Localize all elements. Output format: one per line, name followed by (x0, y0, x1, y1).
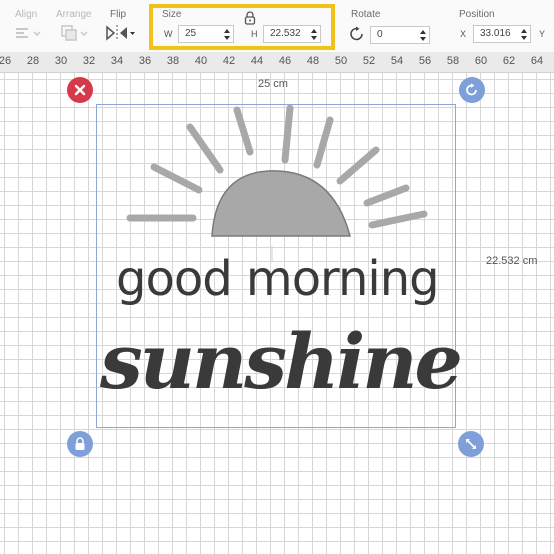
ruler-tick: 60 (474, 55, 488, 67)
ruler-tick: 46 (278, 55, 292, 67)
design-text-line1: good morning (116, 251, 440, 307)
design-text-line2: sunshine (100, 317, 463, 406)
x-stepper-icon[interactable] (521, 27, 527, 41)
edit-toolbar: Align Arrange Flip Size W 25 H 22.532 Ro… (0, 0, 554, 52)
ruler-tick: 26 (0, 55, 12, 67)
arrange-label: Arrange (56, 9, 92, 20)
resize-icon (466, 439, 476, 449)
rotate-field[interactable]: 0 (370, 26, 430, 44)
ruler-tick: 62 (502, 55, 516, 67)
ruler-tick: 44 (250, 55, 264, 67)
rotate-stepper-icon[interactable] (420, 28, 426, 42)
ruler-tick: 48 (306, 55, 320, 67)
delete-handle[interactable] (67, 77, 93, 103)
width-dimension-label: 25 cm (258, 78, 288, 90)
ruler-tick: 58 (446, 55, 460, 67)
y-field-label: Y (539, 29, 546, 39)
rotate-label: Rotate (351, 9, 381, 20)
rotate-icon (466, 83, 477, 96)
lock-handle[interactable] (67, 431, 93, 457)
ruler-tick: 36 (138, 55, 152, 67)
resize-handle[interactable] (458, 431, 484, 457)
horizontal-ruler: 26 28 30 32 34 36 38 40 42 44 46 48 50 52 54 56 58 60 62 64 (0, 52, 554, 73)
align-label: Align (15, 9, 38, 20)
ruler-tick: 50 (334, 55, 348, 67)
height-dimension-label: 22.532 cm (486, 255, 538, 267)
ruler-tick: 30 (54, 55, 68, 67)
size-highlight-box (149, 4, 335, 50)
x-position-value: 33.016 (480, 28, 511, 39)
flip-label: Flip (110, 9, 127, 20)
x-field-label: X (460, 29, 467, 39)
ruler-tick: 34 (110, 55, 124, 67)
lock-icon (75, 437, 85, 450)
position-label: Position (459, 9, 495, 20)
x-position-field[interactable]: 33.016 (473, 25, 531, 43)
ruler-tick: 38 (166, 55, 180, 67)
rotate-value: 0 (377, 29, 383, 40)
ruler-tick: 32 (82, 55, 96, 67)
ruler-tick: 42 (222, 55, 236, 67)
align-icon[interactable] (14, 27, 42, 41)
ruler-tick: 64 (530, 55, 544, 67)
arrange-icon[interactable] (60, 24, 90, 42)
ruler-tick: 52 (362, 55, 376, 67)
ruler-tick: 56 (418, 55, 432, 67)
ruler-tick: 54 (390, 55, 404, 67)
rotate-handle[interactable] (459, 77, 485, 103)
flip-icon[interactable] (104, 24, 136, 42)
ruler-tick: 40 (194, 55, 208, 67)
rotate-icon (349, 26, 365, 42)
ruler-tick: 28 (26, 55, 40, 67)
close-icon (74, 84, 86, 96)
